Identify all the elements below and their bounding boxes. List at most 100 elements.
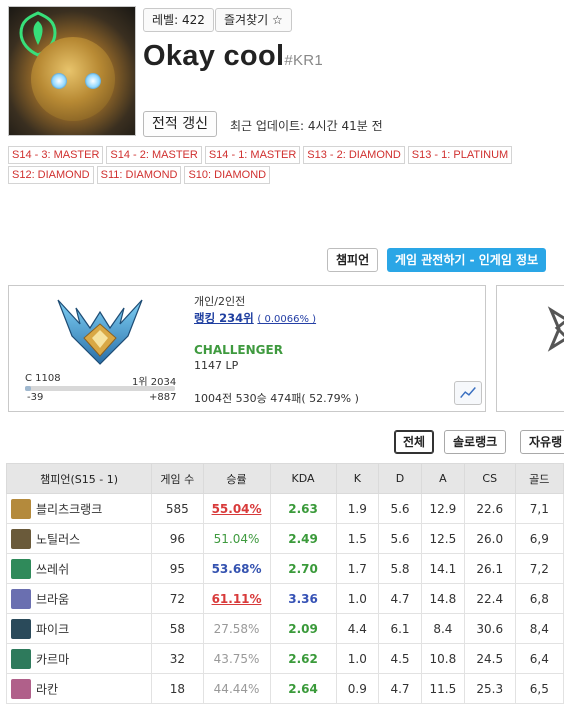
season-tag: S14 - 3: MASTER — [8, 146, 104, 164]
ranking-percent[interactable]: ( 0.0066% ) — [257, 314, 316, 325]
table-row[interactable]: 노틸러스 96 51.04% 2.49 1.5 5.6 12.5 26.0 6,9 — [5, 523, 564, 554]
champion-name: 카르마 — [36, 652, 70, 666]
cs-cell: 22.4 — [463, 583, 516, 614]
table-row[interactable]: 브라움 72 61.11% 3.36 1.0 4.7 14.8 22.4 6,8 — [5, 583, 564, 614]
winrate-value: 51.04% — [213, 531, 260, 546]
champion-icon — [11, 498, 31, 519]
table-row[interactable]: 카르마 32 43.75% 2.62 1.0 4.5 10.8 24.5 6,4 — [5, 643, 564, 674]
win-loss-record: 1004전 530승 474패( 52.79% ) — [194, 392, 359, 405]
lp-graph-button[interactable] — [454, 381, 482, 405]
champion-cell[interactable]: 쓰레쉬 — [5, 553, 153, 584]
games-cell: 72 — [151, 583, 204, 614]
filter-all-button[interactable]: 전체 — [394, 430, 435, 454]
games-cell: 95 — [151, 553, 204, 584]
games-cell: 32 — [151, 643, 204, 674]
season-tag: S13 - 1: PLATINUM — [407, 146, 513, 164]
season-history-row: S14 - 3: MASTER S14 - 2: MASTER S14 - 1:… — [8, 146, 513, 164]
assists-cell: 10.8 — [420, 643, 465, 674]
winrate-cell: 27.58% — [202, 613, 271, 644]
assists-cell: 14.1 — [420, 553, 465, 584]
assists-cell: 12.9 — [420, 493, 465, 524]
column-header[interactable]: 챔피언(S15 - 1) — [5, 463, 153, 494]
favorite-button[interactable]: 즐겨찾기 ☆ — [215, 8, 292, 32]
champion-name: 블리츠크랭크 — [36, 502, 103, 516]
ranking-link[interactable]: 랭킹 234위 — [194, 311, 254, 325]
kills-cell: 1.9 — [335, 493, 380, 524]
tier-name: CHALLENGER — [194, 343, 283, 357]
season-tag: S11: DIAMOND — [96, 166, 182, 184]
champion-cell[interactable]: 노틸러스 — [5, 523, 153, 554]
champion-icon — [11, 618, 31, 639]
games-cell: 585 — [151, 493, 204, 524]
deaths-cell: 5.6 — [378, 493, 422, 524]
summoner-name-text: Okay cool — [143, 40, 285, 72]
table-row[interactable]: 쓰레쉬 95 53.68% 2.70 1.7 5.8 14.1 26.1 7,2 — [5, 553, 564, 584]
champion-icon — [11, 648, 31, 669]
kills-cell: 4.4 — [335, 613, 380, 644]
column-header[interactable]: 골드 — [514, 463, 564, 494]
tab-champion[interactable]: 챔피언 — [327, 248, 379, 272]
champion-cell[interactable]: 브라움 — [5, 583, 153, 614]
cs-cell: 25.3 — [463, 673, 516, 704]
champion-cell[interactable]: 라칸 — [5, 673, 153, 704]
refresh-button[interactable]: 전적 갱신 — [143, 111, 217, 137]
kda-cell: 2.64 — [269, 673, 337, 704]
champion-name: 라칸 — [36, 682, 59, 696]
gold-cell: 8,4 — [514, 613, 564, 644]
assists-cell: 8.4 — [420, 613, 465, 644]
kills-cell: 1.0 — [335, 583, 380, 614]
kda-cell: 2.70 — [269, 553, 337, 584]
filter-solo-button[interactable]: 솔로랭크 — [444, 430, 507, 454]
column-header[interactable]: CS — [463, 463, 516, 494]
summoner-name: Okay cool#KR1 — [143, 40, 323, 73]
column-header[interactable]: KDA — [269, 463, 337, 494]
winrate-value: 55.04% — [211, 501, 262, 516]
column-header[interactable]: D — [378, 463, 422, 494]
gold-cell: 6,4 — [514, 643, 564, 674]
cs-cell: 24.5 — [463, 643, 516, 674]
winrate-value: 53.68% — [211, 561, 262, 576]
champion-cell[interactable]: 블리츠크랭크 — [5, 493, 153, 524]
table-row[interactable]: 파이크 58 27.58% 2.09 4.4 6.1 8.4 30.6 8,4 — [5, 613, 564, 644]
deaths-cell: 4.7 — [378, 673, 422, 704]
winrate-value: 43.75% — [213, 651, 260, 666]
cs-cell: 30.6 — [463, 613, 516, 644]
kda-value: 2.09 — [288, 621, 318, 636]
gold-cell: 6,5 — [514, 673, 564, 704]
champion-name: 브라움 — [36, 592, 70, 606]
champion-cell[interactable]: 파이크 — [5, 613, 153, 644]
champion-cell[interactable]: 카르마 — [5, 643, 153, 674]
season-tag: S10: DIAMOND — [184, 166, 271, 184]
champion-name: 노틸러스 — [36, 532, 81, 546]
column-header[interactable]: K — [335, 463, 380, 494]
season-tag: S13 - 2: DIAMOND — [303, 146, 405, 164]
filter-flex-button[interactable]: 자유랭 — [520, 430, 564, 454]
table-row[interactable]: 블리츠크랭크 585 55.04% 2.63 1.9 5.6 12.9 22.6 7,1 — [5, 493, 564, 524]
deaths-cell: 5.8 — [378, 553, 422, 584]
table-row[interactable]: 라칸 18 44.44% 2.64 0.9 4.7 11.5 25.3 6,5 — [5, 673, 564, 704]
deaths-cell: 6.1 — [378, 613, 422, 644]
lp-diff-right: +887 — [149, 392, 177, 403]
level-badge: 레벨: 422 — [143, 8, 214, 32]
spectate-button[interactable]: 게임 관전하기 - 인게임 정보 — [387, 248, 547, 272]
kda-cell: 3.36 — [269, 583, 337, 614]
assists-cell: 12.5 — [420, 523, 465, 554]
season-tag: S14 - 1: MASTER — [204, 146, 301, 164]
assists-cell: 14.8 — [420, 583, 465, 614]
kda-cell: 2.62 — [269, 643, 337, 674]
deaths-cell: 4.7 — [378, 583, 422, 614]
column-header[interactable]: A — [420, 463, 465, 494]
cs-cell: 26.1 — [463, 553, 516, 584]
column-header[interactable]: 승률 — [202, 463, 271, 494]
champion-icon — [11, 528, 31, 549]
season-tag: S14 - 2: MASTER — [106, 146, 202, 164]
gold-cell: 7,1 — [514, 493, 564, 524]
champion-name: 쓰레쉬 — [36, 562, 70, 576]
last-update-text: 최근 업데이트: 4시간 41분 전 — [230, 119, 383, 133]
lp-diff-left: -39 — [27, 392, 44, 403]
kda-cell: 2.63 — [269, 493, 337, 524]
chart-line-icon — [460, 387, 476, 399]
profile-avatar — [8, 6, 136, 136]
column-header[interactable]: 게임 수 — [151, 463, 204, 494]
kda-value: 2.62 — [288, 651, 318, 666]
